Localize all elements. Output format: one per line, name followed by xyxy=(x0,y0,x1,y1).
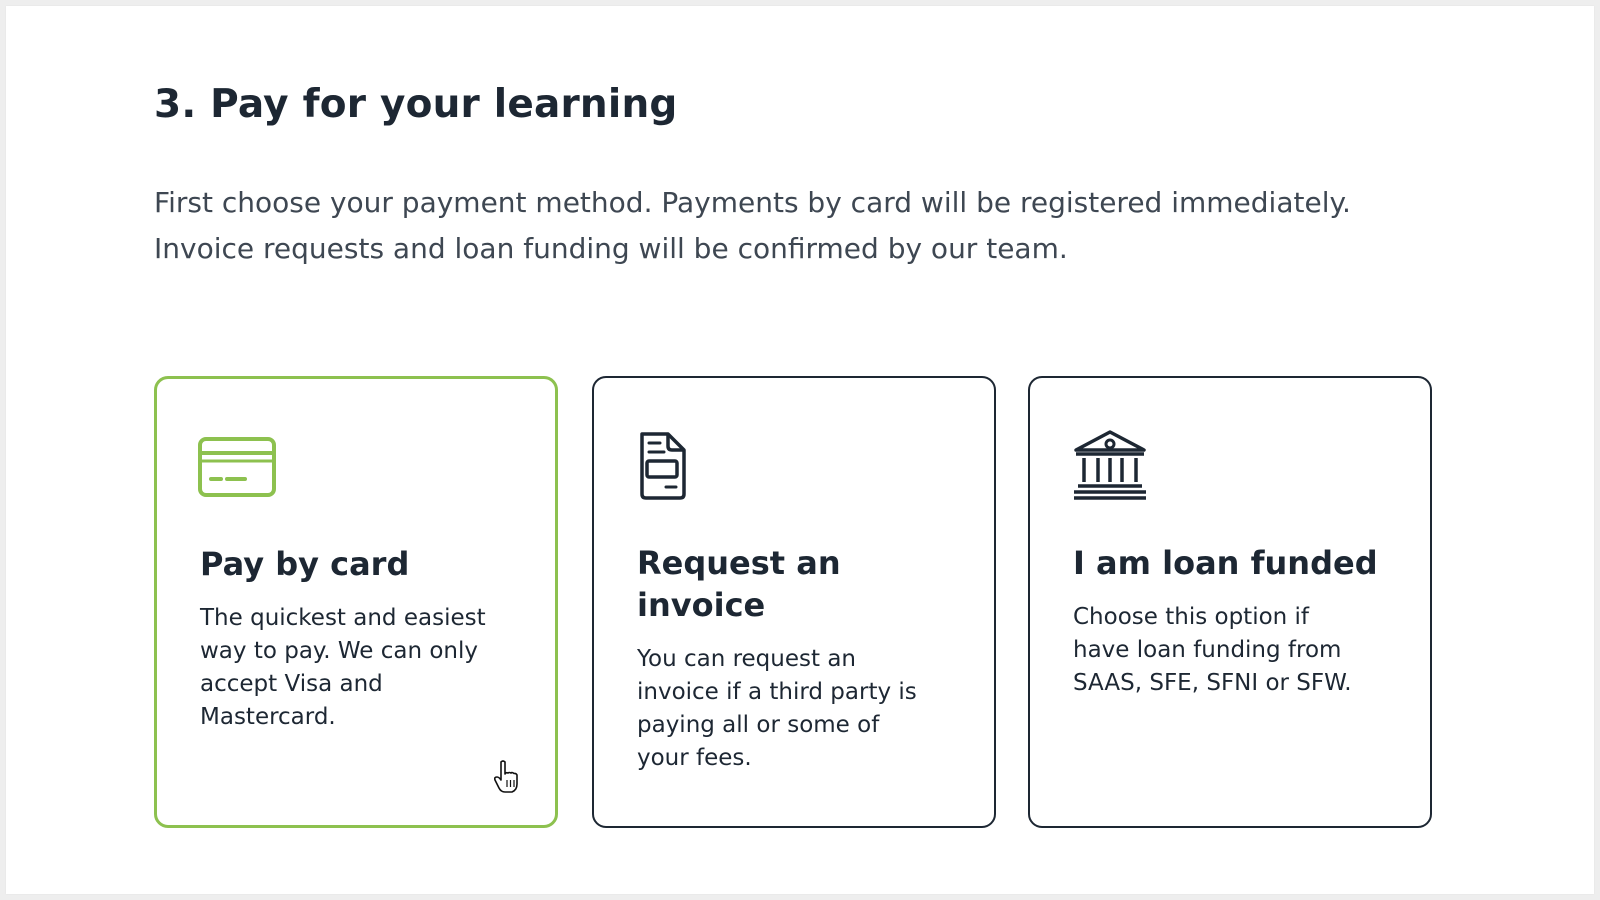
card-description-line: The quickest and easiest xyxy=(200,605,486,631)
card-description-line: have loan funding from xyxy=(1073,637,1342,663)
bank-building-icon xyxy=(1070,428,1154,504)
card-description: Choose this option if have loan funding … xyxy=(1073,601,1403,700)
card-description-line: way to pay. We can only xyxy=(200,638,479,664)
section-intro: First choose your payment method. Paymen… xyxy=(154,180,1464,272)
card-description-line: SAAS, SFE, SFNI or SFW. xyxy=(1073,670,1352,696)
intro-line: Invoice requests and loan funding will b… xyxy=(154,232,1068,265)
card-description-line: Mastercard. xyxy=(200,704,336,730)
card-description-line: invoice if a third party is xyxy=(637,679,917,705)
section-title: 3. Pay for your learning xyxy=(154,82,678,127)
hand-pointer-cursor-icon xyxy=(493,760,520,794)
card-description-line: paying all or some of xyxy=(637,712,880,738)
card-description-line: accept Visa and xyxy=(200,671,383,697)
intro-line: First choose your payment method. Paymen… xyxy=(154,186,1351,219)
request-invoice-option[interactable]: Request an invoice You can request an in… xyxy=(592,376,996,828)
card-title: Pay by card xyxy=(200,545,410,583)
card-title: I am loan funded xyxy=(1073,544,1378,582)
invoice-document-icon xyxy=(634,428,718,504)
card-description: The quickest and easiest way to pay. We … xyxy=(200,602,530,734)
card-title: Request an invoice xyxy=(637,544,841,624)
card-description-line: Choose this option if xyxy=(1073,604,1310,630)
card-description-line: You can request an xyxy=(637,646,856,672)
card-description-line: your fees. xyxy=(637,745,752,771)
page: 3. Pay for your learning First choose yo… xyxy=(6,6,1594,894)
card-description: You can request an invoice if a third pa… xyxy=(637,643,967,775)
credit-card-icon xyxy=(197,429,281,505)
loan-funded-option[interactable]: I am loan funded Choose this option if h… xyxy=(1028,376,1432,828)
